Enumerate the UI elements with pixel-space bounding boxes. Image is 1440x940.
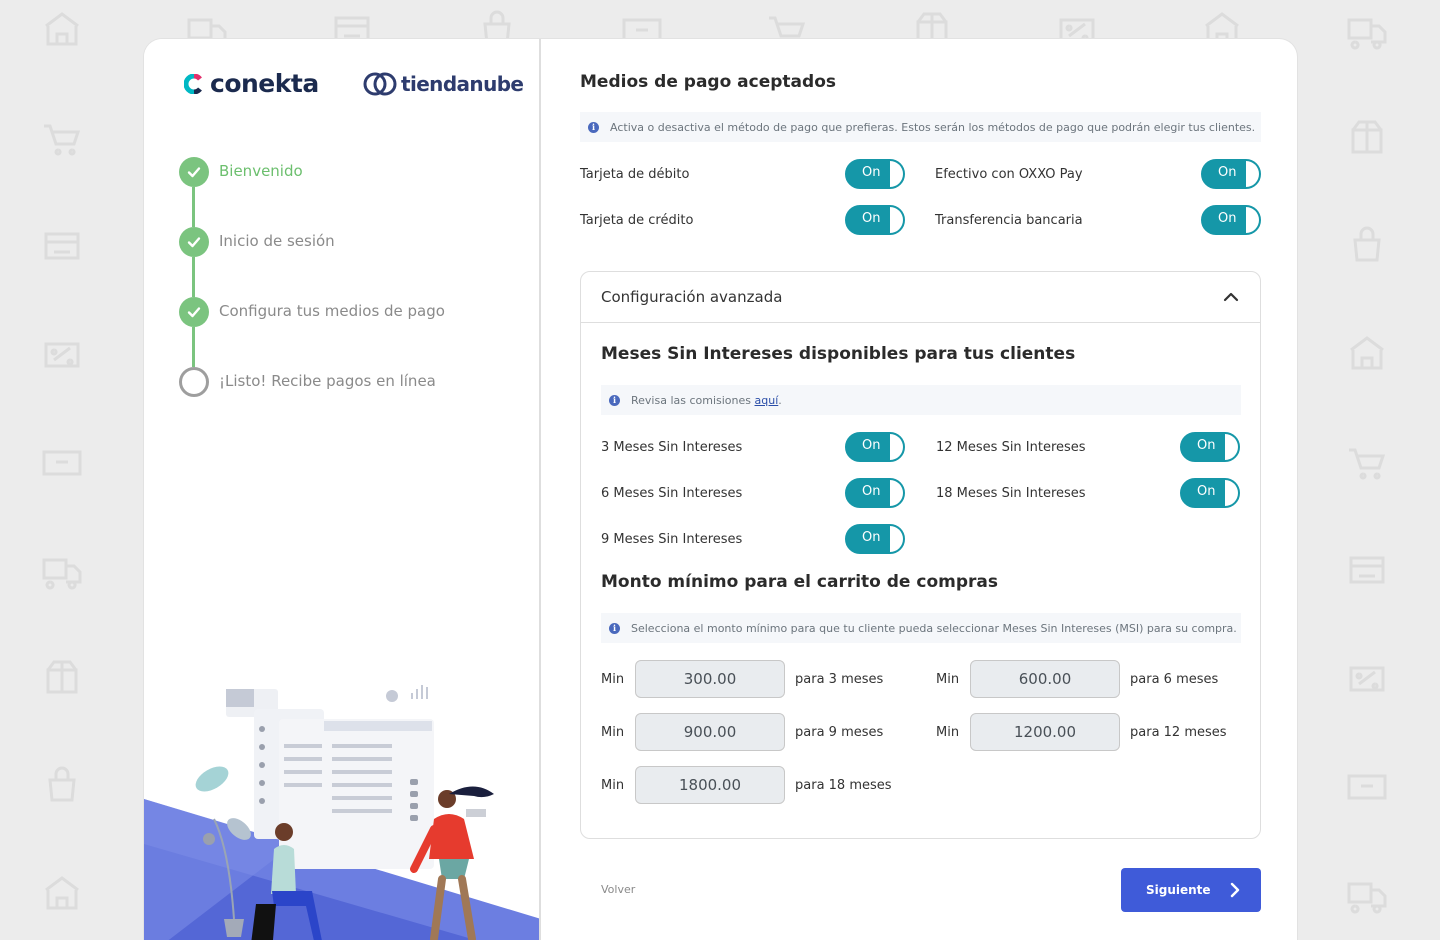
tiendanube-cloud-icon bbox=[363, 72, 397, 96]
step-label: ¡Listo! Recibe pagos en línea bbox=[219, 372, 436, 390]
background-decor-icon bbox=[42, 558, 82, 590]
step-4: ¡Listo! Recibe pagos en línea bbox=[179, 367, 445, 437]
min-row-18: Min 1800.00 para 18 meses bbox=[601, 766, 892, 804]
background-decor-icon bbox=[1353, 226, 1381, 262]
msi-info-text: Revisa las comisiones aquí. bbox=[631, 393, 782, 407]
sidebar: conekta tiendanube Bienvenido Inicio de … bbox=[144, 39, 541, 940]
msi-9-toggle[interactable]: On bbox=[845, 524, 905, 554]
conekta-mark-icon bbox=[184, 73, 202, 94]
background-decor-icon bbox=[1350, 336, 1384, 370]
msi-title: Meses Sin Intereses disponibles para tus… bbox=[601, 344, 1076, 364]
check-icon bbox=[179, 297, 209, 327]
step-label: Inicio de sesión bbox=[219, 232, 335, 250]
back-link[interactable]: Volver bbox=[601, 883, 635, 896]
msi-12-toggle[interactable]: On bbox=[1180, 432, 1240, 462]
min-info-text: Selecciona el monto mínimo para que tu c… bbox=[631, 621, 1237, 635]
msi-row-3: 3 Meses Sin Intereses On bbox=[601, 432, 906, 462]
transfer-toggle[interactable]: On bbox=[1201, 205, 1261, 235]
method-row-credit: Tarjeta de crédito On bbox=[580, 205, 905, 235]
conekta-wordmark: conekta bbox=[210, 69, 319, 98]
msi-row-6: 6 Meses Sin Intereses On bbox=[601, 478, 906, 508]
payment-methods-title: Medios de pago aceptados bbox=[580, 72, 836, 92]
step-label: Bienvenido bbox=[219, 162, 303, 180]
background-decor-icon bbox=[44, 124, 81, 156]
msi-row-12: 12 Meses Sin Intereses On bbox=[936, 432, 1241, 462]
advanced-config-title: Configuración avanzada bbox=[601, 288, 783, 306]
min-12-input[interactable]: 1200.00 bbox=[970, 713, 1120, 751]
onboarding-card: conekta tiendanube Bienvenido Inicio de … bbox=[144, 39, 1297, 940]
min-row-3: Min 300.00 para 3 meses bbox=[601, 660, 883, 698]
background-decor-icon bbox=[42, 450, 82, 476]
msi-18-toggle[interactable]: On bbox=[1180, 478, 1240, 508]
payment-info-text: Activa o desactiva el método de pago que… bbox=[610, 120, 1256, 134]
msi-row-18: 18 Meses Sin Intereses On bbox=[936, 478, 1241, 508]
advanced-config-header[interactable]: Configuración avanzada bbox=[581, 272, 1260, 323]
min-6-input[interactable]: 600.00 bbox=[970, 660, 1120, 698]
background-decor-icon bbox=[1349, 448, 1386, 480]
check-icon bbox=[179, 227, 209, 257]
step-2: Inicio de sesión bbox=[179, 227, 445, 297]
commissions-link[interactable]: aquí bbox=[755, 394, 779, 407]
chevron-up-icon[interactable] bbox=[1222, 288, 1240, 306]
step-label: Configura tus medios de pago bbox=[219, 302, 445, 320]
step-connector bbox=[192, 327, 195, 367]
method-label: Tarjeta de débito bbox=[580, 166, 690, 182]
step-connector bbox=[192, 187, 195, 227]
step-connector bbox=[192, 257, 195, 297]
check-icon bbox=[179, 157, 209, 187]
min-18-input[interactable]: 1800.00 bbox=[635, 766, 785, 804]
min-amount-title: Monto mínimo para el carrito de compras bbox=[601, 572, 998, 592]
info-icon: i bbox=[609, 622, 620, 634]
stepper: Bienvenido Inicio de sesión Configura tu… bbox=[179, 157, 445, 437]
background-decor-icon bbox=[1349, 666, 1385, 692]
method-row-debit: Tarjeta de débito On bbox=[580, 159, 905, 189]
logos: conekta tiendanube bbox=[184, 69, 524, 103]
background-decor-icon bbox=[44, 232, 80, 260]
empty-circle-icon bbox=[179, 367, 209, 397]
credit-toggle[interactable]: On bbox=[845, 205, 905, 235]
chevron-right-icon bbox=[1230, 882, 1240, 898]
method-label: Tarjeta de crédito bbox=[580, 212, 694, 228]
advanced-config-panel: Configuración avanzada Meses Sin Interes… bbox=[580, 271, 1261, 839]
main-content: Medios de pago aceptados i Activa o desa… bbox=[580, 39, 1262, 940]
msi-6-toggle[interactable]: On bbox=[845, 478, 905, 508]
msi-3-toggle[interactable]: On bbox=[845, 432, 905, 462]
min-row-6: Min 600.00 para 6 meses bbox=[936, 660, 1218, 698]
method-label: Transferencia bancaria bbox=[935, 212, 1083, 228]
min-info-banner: i Selecciona el monto mínimo para que tu… bbox=[601, 613, 1241, 643]
payment-info-banner: i Activa o desactiva el método de pago q… bbox=[580, 112, 1261, 142]
debit-toggle[interactable]: On bbox=[845, 159, 905, 189]
method-row-transfer: Transferencia bancaria On bbox=[935, 205, 1261, 235]
background-decor-icon bbox=[44, 342, 80, 368]
background-decor-icon bbox=[1347, 18, 1387, 50]
tiendanube-wordmark: tiendanube bbox=[401, 72, 524, 96]
background-decor-icon bbox=[45, 12, 79, 46]
min-3-input[interactable]: 300.00 bbox=[635, 660, 785, 698]
method-row-oxxo: Efectivo con OXXO Pay On bbox=[935, 159, 1261, 189]
background-decor-icon bbox=[1351, 120, 1383, 154]
min-row-9: Min 900.00 para 9 meses bbox=[601, 713, 883, 751]
oxxo-toggle[interactable]: On bbox=[1201, 159, 1261, 189]
background-decor-icon bbox=[1347, 882, 1387, 914]
next-button[interactable]: Siguiente bbox=[1121, 868, 1261, 912]
min-9-input[interactable]: 900.00 bbox=[635, 713, 785, 751]
info-icon: i bbox=[588, 121, 599, 133]
step-1: Bienvenido bbox=[179, 157, 445, 227]
next-button-label: Siguiente bbox=[1146, 883, 1211, 897]
tiendanube-logo: tiendanube bbox=[362, 71, 524, 97]
background-decor-icon bbox=[1347, 774, 1387, 800]
background-decor-icon bbox=[46, 660, 78, 694]
min-row-12: Min 1200.00 para 12 meses bbox=[936, 713, 1227, 751]
msi-info-banner: i Revisa las comisiones aquí. bbox=[601, 385, 1241, 415]
msi-row-9: 9 Meses Sin Intereses On bbox=[601, 524, 906, 554]
step-3: Configura tus medios de pago bbox=[179, 297, 445, 367]
method-label: Efectivo con OXXO Pay bbox=[935, 166, 1083, 182]
info-icon: i bbox=[609, 394, 620, 406]
conekta-logo: conekta bbox=[184, 69, 319, 98]
illustration bbox=[144, 685, 539, 940]
background-decor-icon bbox=[45, 876, 79, 910]
background-decor-icon bbox=[1349, 556, 1385, 584]
background-decor-icon bbox=[48, 766, 76, 802]
